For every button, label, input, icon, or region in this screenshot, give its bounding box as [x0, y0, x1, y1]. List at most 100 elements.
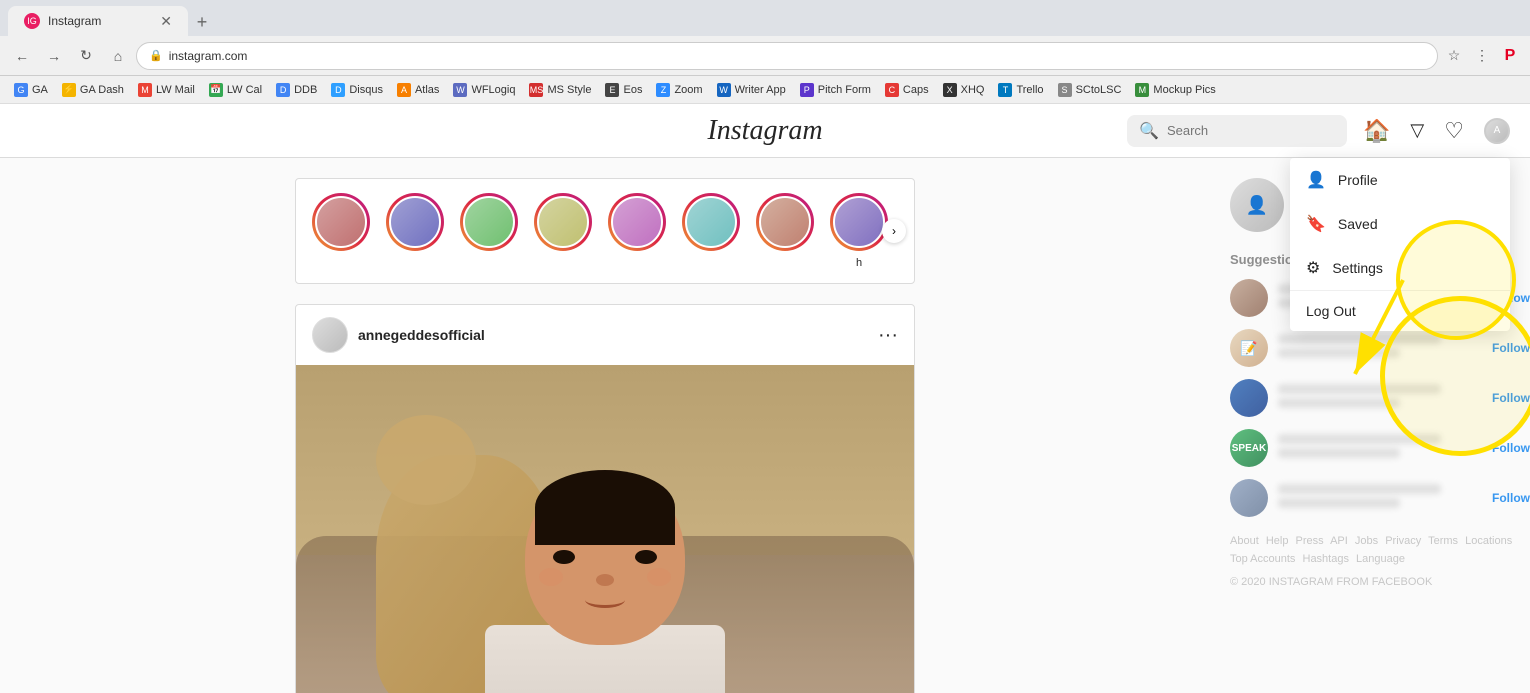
dropdown-logout-label: Log Out — [1306, 303, 1356, 319]
forward-button[interactable]: → — [40, 42, 68, 70]
active-tab[interactable]: IG Instagram ✕ — [8, 6, 188, 36]
activity-icon[interactable]: ♡ — [1444, 118, 1464, 144]
post-image — [296, 365, 914, 693]
footer-link-hashtags[interactable]: Hashtags — [1303, 553, 1349, 565]
reload-button[interactable]: ↻ — [72, 42, 100, 70]
writer-app-icon: W — [717, 83, 731, 97]
bookmark-wflogiq[interactable]: W WFLogiq — [447, 81, 521, 99]
xhq-icon: X — [943, 83, 957, 97]
browser-frame: IG Instagram ✕ + ← → ↻ ⌂ 🔒 instagram.com… — [0, 0, 1530, 693]
extension-icon[interactable]: ⋮ — [1470, 44, 1494, 68]
bookmark-ddb[interactable]: D DDB — [270, 81, 323, 99]
bookmark-sctolsc[interactable]: S SCtoLSC — [1052, 81, 1128, 99]
instagram-logo: Instagram — [707, 115, 822, 147]
bookmark-trello[interactable]: T Trello — [992, 81, 1049, 99]
footer-link-language[interactable]: Language — [1356, 553, 1405, 565]
suggestion-avatar: 📝 — [1230, 329, 1268, 367]
bookmark-eos[interactable]: E Eos — [599, 81, 648, 99]
browser-toolbar: ← → ↻ ⌂ 🔒 instagram.com ☆ ⋮ P — [0, 36, 1530, 76]
post-author-avatar[interactable] — [312, 317, 348, 353]
stories-next-button[interactable]: › — [882, 219, 906, 243]
ddb-icon: D — [276, 83, 290, 97]
profile-dropdown-menu: 👤 Profile 🔖 Saved ⚙ Settings Log Out — [1290, 158, 1510, 331]
footer-link-locations[interactable]: Locations — [1465, 535, 1512, 547]
dropdown-profile-label: Profile — [1338, 172, 1378, 188]
ms-style-icon: MS — [529, 83, 543, 97]
footer-link-api[interactable]: API — [1330, 535, 1348, 547]
tab-close-button[interactable]: ✕ — [160, 13, 172, 30]
page-content: Instagram 🔍 🏠 ▽ ♡ A — [0, 104, 1530, 693]
browser-titlebar: IG Instagram ✕ + — [0, 0, 1530, 36]
follow-button-3[interactable]: Follow — [1492, 391, 1530, 405]
suggestion-username-blurred — [1278, 434, 1441, 444]
post-header: annegeddesofficial ··· — [296, 305, 914, 365]
story-item[interactable] — [312, 193, 370, 269]
sidebar-avatar[interactable]: 👤 — [1230, 178, 1284, 232]
bookmark-lw-cal[interactable]: 📅 LW Cal — [203, 81, 268, 99]
bookmark-writer-app[interactable]: W Writer App — [711, 81, 792, 99]
story-item[interactable] — [534, 193, 592, 269]
footer-link-press[interactable]: Press — [1296, 535, 1324, 547]
follow-button-2[interactable]: Follow — [1492, 341, 1530, 355]
follow-button-4[interactable]: Follow — [1492, 441, 1530, 455]
footer-link-privacy[interactable]: Privacy — [1385, 535, 1421, 547]
suggestion-username-blurred — [1278, 334, 1441, 344]
story-item[interactable] — [386, 193, 444, 269]
search-input[interactable] — [1167, 123, 1335, 138]
wflogiq-icon: W — [453, 83, 467, 97]
dropdown-item-profile[interactable]: 👤 Profile — [1290, 158, 1510, 202]
pinterest-icon[interactable]: P — [1498, 44, 1522, 68]
browser-tabs: IG Instagram ✕ + — [8, 0, 216, 36]
footer-link-terms[interactable]: Terms — [1428, 535, 1458, 547]
follow-button-5[interactable]: Follow — [1492, 491, 1530, 505]
bookmark-pitch-form[interactable]: P Profile Pitch Form — [794, 81, 877, 99]
post-more-button[interactable]: ··· — [878, 324, 898, 347]
footer-link-help[interactable]: Help — [1266, 535, 1289, 547]
suggestion-item: 📝 Follow — [1230, 329, 1530, 367]
story-item[interactable] — [756, 193, 814, 269]
disqus-icon: D — [331, 83, 345, 97]
footer-link-about[interactable]: About — [1230, 535, 1259, 547]
footer-link-jobs[interactable]: Jobs — [1355, 535, 1378, 547]
home-button[interactable]: ⌂ — [104, 42, 132, 70]
ga-dash-icon: ⚡ — [62, 83, 76, 97]
bookmark-lw-mail[interactable]: M LW Mail — [132, 81, 201, 99]
trello-icon: T — [998, 83, 1012, 97]
suggestion-desc-blurred — [1278, 398, 1400, 408]
post-card: annegeddesofficial ··· — [295, 304, 915, 693]
bookmark-mockup-pics[interactable]: M Mockup Pics — [1129, 81, 1221, 99]
stories-list: h — [296, 193, 904, 269]
suggestion-avatar — [1230, 479, 1268, 517]
bookmark-zoom[interactable]: Z Zoom — [650, 81, 708, 99]
story-item[interactable] — [682, 193, 740, 269]
post-username[interactable]: annegeddesofficial — [358, 327, 485, 343]
bookmark-ms-style[interactable]: MS MS Style — [523, 81, 597, 99]
bookmark-atlas[interactable]: A Atlas — [391, 81, 445, 99]
copyright-text: © 2020 INSTAGRAM FROM FACEBOOK — [1230, 576, 1530, 588]
nav-icons: 🏠 ▽ ♡ A — [1363, 118, 1510, 144]
address-bar[interactable]: 🔒 instagram.com — [136, 42, 1438, 70]
suggestion-avatar — [1230, 379, 1268, 417]
bookmark-star-icon[interactable]: ☆ — [1442, 44, 1466, 68]
bookmark-disqus[interactable]: D Disqus — [325, 81, 389, 99]
bookmark-ga-dash[interactable]: ⚡ GA Dash — [56, 81, 130, 99]
dropdown-item-settings[interactable]: ⚙ Settings — [1290, 246, 1510, 290]
dropdown-item-saved[interactable]: 🔖 Saved — [1290, 202, 1510, 246]
dropdown-item-logout[interactable]: Log Out — [1290, 291, 1510, 331]
bookmark-caps[interactable]: C Caps — [879, 81, 935, 99]
bookmark-xhq[interactable]: X XHQ — [937, 81, 991, 99]
profile-avatar[interactable]: A — [1484, 118, 1510, 144]
bookmark-ga[interactable]: G GA — [8, 81, 54, 99]
story-item[interactable] — [608, 193, 666, 269]
search-bar[interactable]: 🔍 — [1127, 115, 1347, 147]
explore-icon[interactable]: ▽ — [1410, 120, 1424, 141]
story-item[interactable] — [460, 193, 518, 269]
suggestion-avatar — [1230, 279, 1268, 317]
back-button[interactable]: ← — [8, 42, 36, 70]
new-tab-button[interactable]: + — [188, 8, 216, 36]
home-icon[interactable]: 🏠 — [1363, 118, 1390, 144]
footer-link-top-accounts[interactable]: Top Accounts — [1230, 553, 1295, 565]
baby-scene — [296, 365, 914, 693]
sidebar-footer-links: About Help Press API Jobs Privacy Terms … — [1230, 533, 1530, 568]
story-item[interactable]: h — [830, 193, 888, 269]
